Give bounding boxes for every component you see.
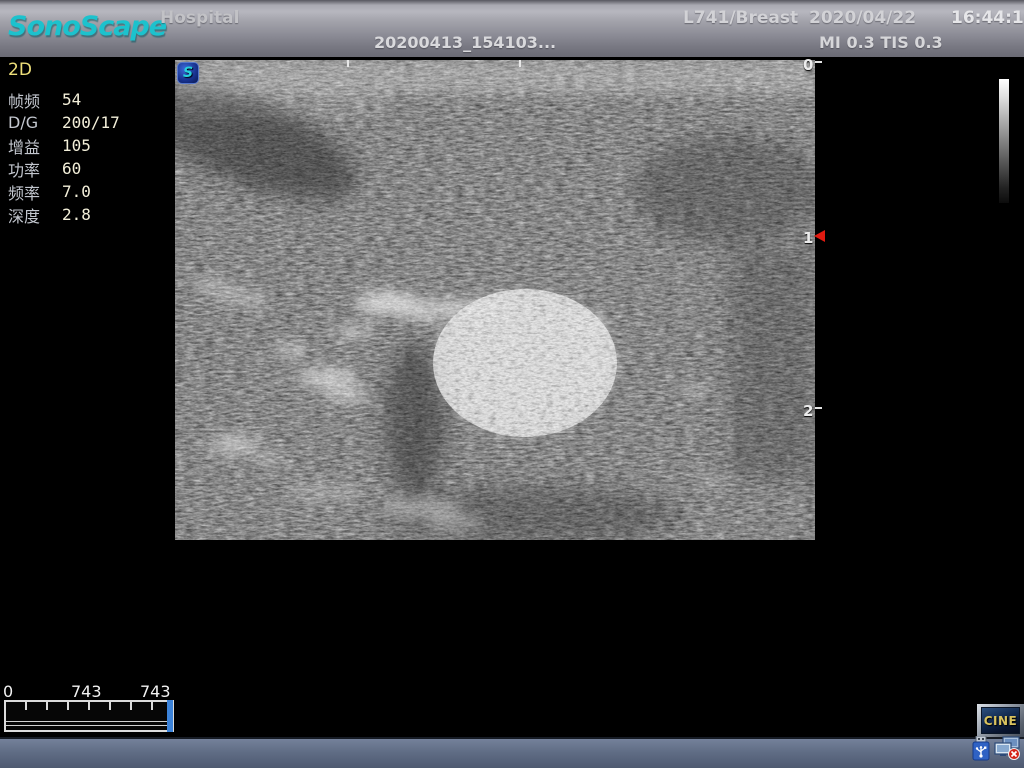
mode-label: 2D [8, 60, 120, 80]
ruler-label-2: 2 [803, 402, 813, 420]
b-mode-badge: S [177, 62, 199, 84]
focus-marker-triangle [814, 230, 825, 242]
probe-preset: L741/Breast [683, 8, 798, 28]
ruler-label-1: 1 [803, 229, 813, 247]
parameter-panel: 2D 帧频 54 D/G 200/17 增益 105 功率 60 频率 7.0 … [8, 60, 120, 226]
param-value: 54 [62, 90, 81, 109]
scrubber-tick [67, 702, 69, 710]
param-value: 7.0 [62, 182, 91, 201]
param-row-frequency: 频率 7.0 [8, 180, 120, 203]
cine-scale-total: 743 [140, 682, 171, 701]
ruler-label-0: 0 [803, 56, 813, 74]
system-date: 2020/04/22 [809, 8, 916, 28]
cine-button-label: CINE [984, 714, 1018, 728]
param-row-depth: 深度 2.8 [8, 203, 120, 226]
param-row-gain: 增益 105 [8, 134, 120, 157]
param-row-dg: D/G 200/17 [8, 111, 120, 134]
ruler-tick [815, 407, 822, 409]
ruler-tick [815, 61, 822, 63]
param-row-framerate: 帧频 54 [8, 88, 120, 111]
mi-tis-indices: MI 0.3 TIS 0.3 [819, 33, 943, 52]
cine-scale-current: 743 [71, 682, 102, 701]
scrubber-tick [109, 702, 111, 710]
cine-scrubber-track[interactable] [4, 700, 174, 732]
param-row-power: 功率 60 [8, 157, 120, 180]
sonoscape-logo: SonoScape [8, 11, 166, 42]
param-label: 帧频 [8, 88, 62, 112]
param-label: 频率 [8, 180, 62, 204]
param-label: 功率 [8, 157, 62, 181]
scrubber-tick [130, 702, 132, 710]
system-time: 16:44:19 [951, 8, 1024, 28]
param-label: 深度 [8, 203, 62, 227]
param-label: 增益 [8, 134, 62, 158]
param-value: 200/17 [62, 113, 120, 132]
scrubber-tick [151, 702, 153, 710]
hospital-name: Hospital [160, 8, 239, 28]
grayscale-bar [999, 79, 1009, 203]
ultrasound-image[interactable]: S [175, 60, 815, 540]
scrubber-progress-line [6, 721, 172, 722]
taskbar [0, 737, 1024, 768]
sonoscape-ultrasound-screen: { "titlebar": { "logo": "SonoScape", "ho… [0, 0, 1024, 768]
scrubber-tick [25, 702, 27, 710]
param-label: D/G [8, 113, 62, 132]
cine-button-screen: CINE [981, 707, 1020, 734]
network-error-icon[interactable] [994, 736, 1021, 765]
param-value: 105 [62, 136, 91, 155]
scrubber-tick [88, 702, 90, 710]
scrubber-handle[interactable] [167, 700, 173, 732]
param-value: 2.8 [62, 205, 91, 224]
param-value: 60 [62, 159, 81, 178]
scrubber-tick [46, 702, 48, 710]
usb-icon[interactable] [971, 736, 991, 765]
title-bar: SonoScape Hospital L741/Breast 2020/04/2… [0, 0, 1024, 57]
exam-id: 20200413_154103... [374, 33, 556, 52]
cine-scale-start: 0 [3, 682, 13, 701]
scrubber-progress-line [6, 725, 172, 726]
ultrasound-speckle [175, 60, 815, 540]
cine-button[interactable]: CINE [977, 704, 1024, 737]
